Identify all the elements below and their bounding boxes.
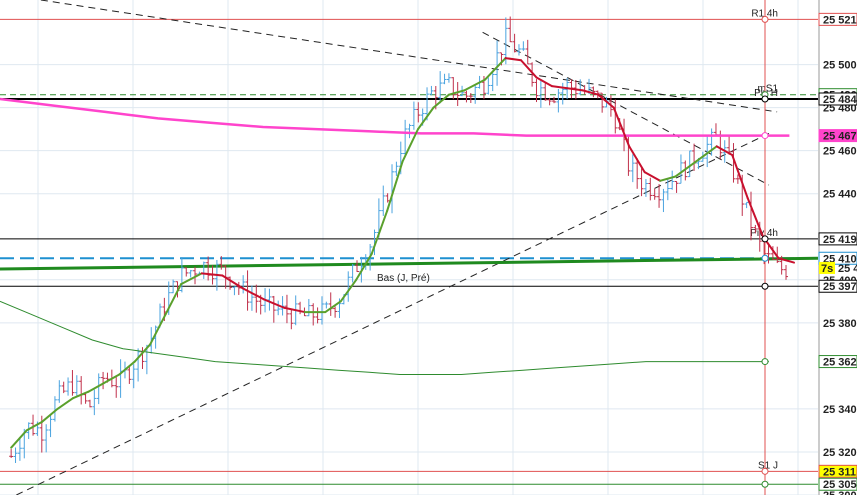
level-price-tag-text: 25 521,	[823, 14, 857, 26]
current-price-tag-text: 25 409,	[838, 263, 857, 275]
level-price-tag-text: 25 484,	[823, 94, 857, 106]
level-name-label: Bas (J, Pré)	[377, 273, 430, 284]
price-chart[interactable]: R1 4h mS1 Piv H Piv 4h Bas (J, Pré) S1 J 25 5…	[0, 0, 857, 500]
level-price-tag-text: 25 467,	[823, 131, 857, 143]
level-marker	[761, 467, 769, 475]
level-marker	[761, 95, 769, 103]
price-axis-background	[819, 0, 857, 495]
level-price-tag-text: 25 311	[823, 466, 856, 478]
y-tick-label: 25 380	[823, 318, 857, 330]
level-marker	[761, 132, 769, 140]
level-marker	[761, 480, 769, 488]
level-price-tag-text: 25 419,	[823, 234, 857, 246]
level-price-tag-text: 25 362,	[823, 357, 857, 369]
level-price-tag-text: 25 397,	[823, 281, 857, 293]
y-tick-label: 25 320	[823, 447, 857, 459]
price-axis[interactable]: 25 50025 48025 46025 44025 40025 38025 3…	[818, 0, 857, 500]
timer-tag-text: 7s	[821, 263, 833, 275]
y-tick-label: 25 460	[823, 146, 857, 158]
chart-background	[0, 0, 857, 495]
y-tick-label: 25 340	[823, 404, 857, 416]
level-marker	[761, 15, 769, 23]
level-marker	[761, 235, 769, 243]
y-tick-label: 25 500	[823, 60, 857, 72]
y-tick-label: 25 440	[823, 189, 857, 201]
level-marker	[761, 254, 769, 262]
chart-svg[interactable]: R1 4hmS1Piv HPiv 4hBas (J, Pré)S1 J 25 5…	[0, 0, 857, 500]
level-marker	[761, 282, 769, 290]
level-marker	[761, 358, 769, 366]
level-price-tag-text: 25 305,	[823, 479, 857, 491]
